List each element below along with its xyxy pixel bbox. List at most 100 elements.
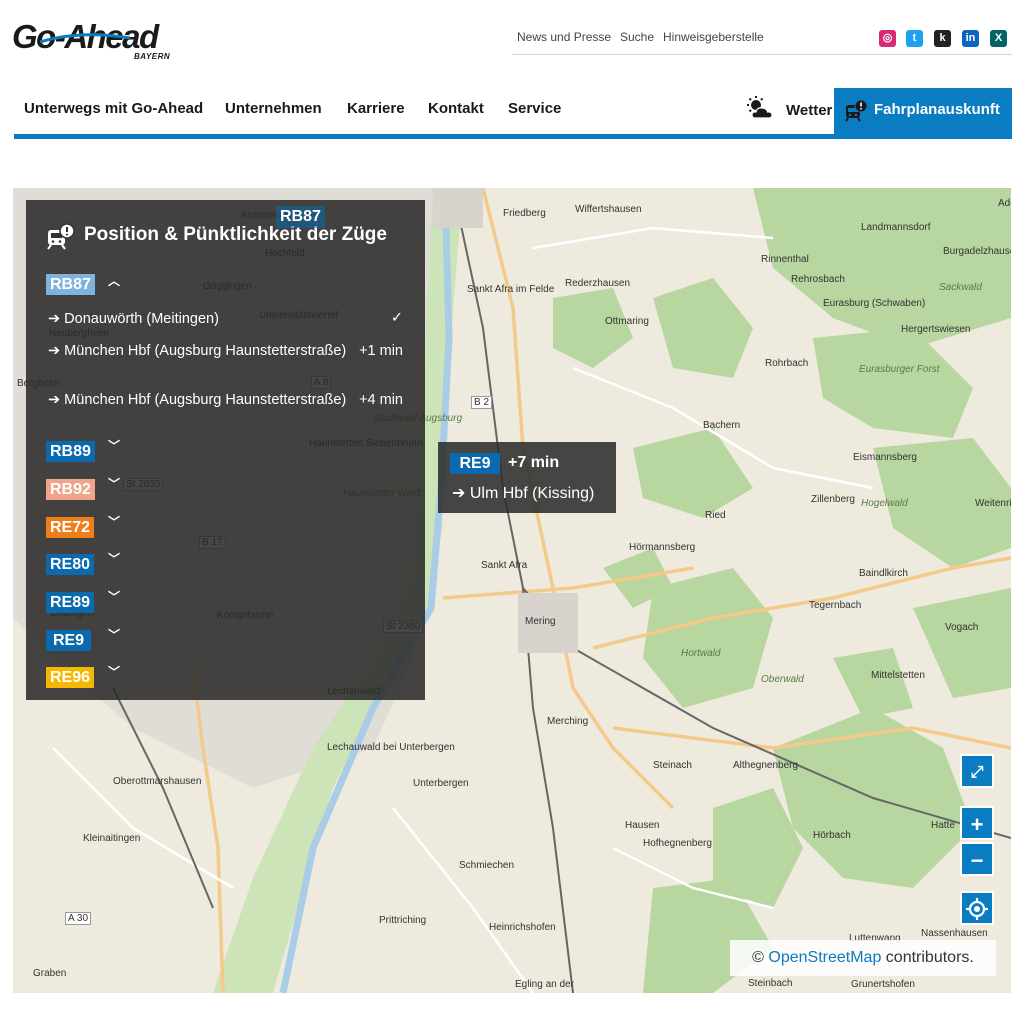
forest-label: Eurasburger Forst — [859, 364, 940, 375]
news-link[interactable]: News und Presse — [517, 30, 611, 44]
chevron-down-icon[interactable]: ﹀ — [108, 550, 120, 567]
line-badge-re80[interactable]: RE80 — [46, 554, 95, 575]
instagram-icon[interactable]: ◎ — [879, 30, 896, 47]
main-nav: Unterwegs mit Go-Ahead Unternehmen Karri… — [14, 86, 1012, 139]
place-label: Heinrichshofen — [489, 922, 556, 933]
line-badge-rb87[interactable]: RB87 — [46, 274, 95, 295]
logo-subtitle: BAYERN — [134, 52, 171, 61]
place-label: Hörmannsberg — [629, 542, 696, 553]
place-label: Althegnenberg — [733, 760, 799, 771]
forest-label: Hortwald — [681, 648, 721, 659]
place-label: Hörbach — [813, 830, 851, 841]
xing-icon[interactable]: X — [990, 30, 1007, 47]
place-label: Landmannsdorf — [861, 222, 931, 233]
chevron-up-icon[interactable]: ︿ — [108, 272, 120, 289]
place-label: Egling an der — [515, 979, 574, 990]
linkedin-icon[interactable]: in — [962, 30, 979, 47]
weather-label: Wetter — [786, 102, 833, 119]
train-delay: +4 min — [359, 392, 403, 408]
place-label: Baindlkirch — [859, 568, 908, 579]
search-link[interactable]: Suche — [620, 30, 654, 44]
place-label: Nassenhausen — [921, 928, 988, 939]
place-label: Sankt Afra — [481, 560, 528, 571]
place-label: Merching — [547, 716, 589, 727]
forest-label: Hogelwald — [861, 498, 908, 509]
road-label: B 2 — [471, 396, 493, 409]
place-label: Rinnenthal — [761, 254, 809, 265]
place-label: Hausen — [625, 820, 660, 831]
place-label: Prittriching — [379, 915, 427, 926]
train-status-ontime: ✓ — [390, 310, 403, 326]
train-destination: ➔ Donauwörth (Meitingen) — [48, 311, 219, 327]
place-label: Schmiechen — [459, 860, 515, 871]
line-badge-re96[interactable]: RE96 — [46, 667, 95, 688]
fullscreen-button[interactable]: ⤢ — [960, 754, 994, 788]
place-label: Friedberg — [503, 208, 546, 219]
attribution-suffix: contributors. — [885, 949, 974, 966]
place-label: Sankt Afra im Felde — [467, 284, 555, 295]
chevron-down-icon[interactable]: ﹀ — [108, 626, 120, 643]
place-label: Wiffertshausen — [575, 204, 642, 215]
timetable-button[interactable]: Fahrplanauskunft — [834, 88, 1012, 134]
place-label: Hatte — [931, 820, 955, 831]
nav-unterwegs[interactable]: Unterwegs mit Go-Ahead — [24, 100, 203, 117]
place-label: Graben — [33, 968, 67, 979]
nav-service[interactable]: Service — [508, 100, 561, 117]
place-label: Steinach — [653, 760, 692, 771]
openstreetmap-link[interactable]: OpenStreetMap — [768, 949, 881, 966]
place-label: Lechauwald bei Unterbergen — [327, 742, 455, 753]
place-label: Ade — [998, 198, 1011, 209]
forest-label: Oberwald — [761, 674, 804, 685]
whistleblower-link[interactable]: Hinweisgeberstelle — [663, 30, 764, 44]
place-label: Oberottmarshausen — [113, 776, 202, 787]
place-label: Ried — [705, 510, 726, 521]
place-label: Mering — [525, 616, 556, 627]
train-delay: +1 min — [359, 343, 403, 359]
chevron-down-icon[interactable]: ﹀ — [108, 475, 120, 492]
weather-button[interactable]: Wetter — [746, 96, 832, 124]
timetable-label: Fahrplanauskunft — [874, 101, 1000, 118]
weather-sun-cloud-icon — [747, 96, 773, 119]
train-status-panel: Position & Pünktlichkeit der Züge RB87 ︿… — [26, 200, 425, 700]
nav-unternehmen[interactable]: Unternehmen — [225, 100, 322, 117]
map-train-marker-rb87[interactable]: RB87 — [276, 206, 325, 228]
place-label: Ottmaring — [605, 316, 649, 327]
logo-swoosh-icon — [40, 33, 130, 44]
place-label: Tegernbach — [809, 600, 862, 611]
forest-label: Sackwald — [939, 282, 982, 293]
kununu-icon[interactable]: k — [934, 30, 951, 47]
train-destination: ➔ München Hbf (Augsburg Haunstetterstraß… — [48, 343, 347, 359]
train-popup[interactable]: RE9 +7 min ➔ Ulm Hbf (Kissing) — [438, 442, 616, 513]
place-label: Rehrosbach — [791, 274, 845, 285]
twitter-icon[interactable]: t — [906, 30, 923, 47]
road-label: A 30 — [65, 912, 92, 925]
locate-button[interactable] — [960, 891, 994, 925]
nav-kontakt[interactable]: Kontakt — [428, 100, 484, 117]
chevron-down-icon[interactable]: ﹀ — [108, 588, 120, 605]
line-badge-re89[interactable]: RE89 — [46, 592, 95, 613]
train-destination: ➔ München Hbf (Augsburg Haunstetterstraß… — [48, 392, 347, 408]
nav-karriere[interactable]: Karriere — [347, 100, 405, 117]
place-label: Vogach — [945, 622, 979, 633]
map-attribution: © OpenStreetMap contributors. — [730, 940, 996, 976]
crosshair-icon — [966, 898, 988, 920]
line-badge-rb89[interactable]: RB89 — [46, 441, 95, 462]
popup-destination: ➔ Ulm Hbf (Kissing) — [452, 485, 595, 502]
place-label: Rohrbach — [765, 358, 809, 369]
place-label: Eurasburg (Schwaben) — [823, 298, 926, 309]
line-badge-re72[interactable]: RE72 — [46, 517, 95, 538]
place-label: Burgadelzhausen — [943, 246, 1011, 257]
chevron-down-icon[interactable]: ﹀ — [108, 437, 120, 454]
line-badge-re9[interactable]: RE9 — [46, 630, 91, 651]
site-header: Go-Ahead BAYERN News und Presse Suche Hi… — [0, 0, 1024, 140]
zoom-in-button[interactable]: + — [960, 806, 994, 840]
popup-delay: +7 min — [508, 454, 560, 471]
popup-line-badge: RE9 — [450, 453, 500, 474]
zoom-out-button[interactable]: − — [960, 842, 994, 876]
chevron-down-icon[interactable]: ﹀ — [108, 663, 120, 680]
place-label: Kleinaitingen — [83, 833, 141, 844]
train-clock-icon — [845, 99, 868, 122]
chevron-down-icon[interactable]: ﹀ — [108, 513, 120, 530]
go-ahead-logo[interactable]: Go-Ahead BAYERN — [12, 18, 182, 64]
line-badge-rb92[interactable]: RB92 — [46, 479, 95, 500]
